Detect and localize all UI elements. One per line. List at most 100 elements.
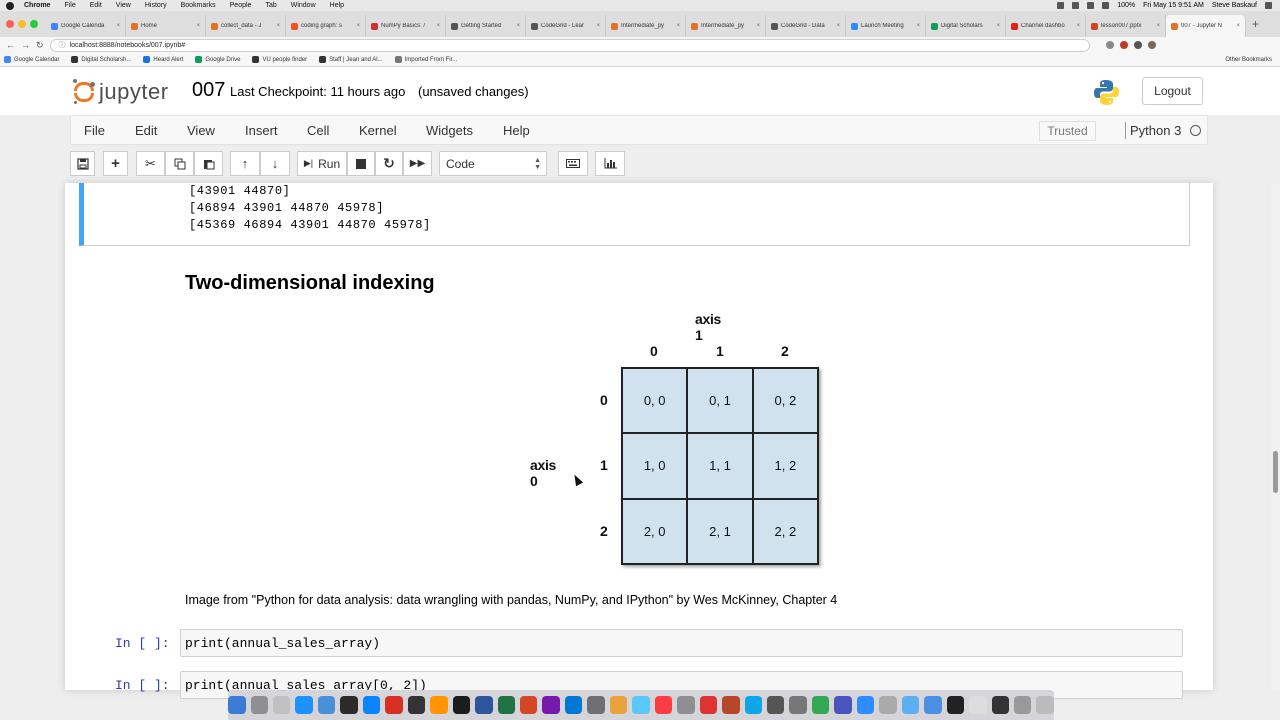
browser-tab[interactable]: Intermediate_py ×: [686, 15, 766, 37]
dock-app-icon[interactable]: [991, 696, 1009, 714]
dock-app-icon[interactable]: [969, 696, 987, 714]
volume-icon[interactable]: [1102, 2, 1110, 9]
browser-tab[interactable]: NumPy Basics: / ×: [366, 15, 446, 37]
dock-app-icon[interactable]: [722, 696, 740, 714]
selected-output-cell[interactable]: [43901 44870] [46894 43901 44870 45978] …: [79, 183, 1190, 246]
dock-app-icon[interactable]: [362, 696, 381, 714]
dock-app-icon[interactable]: [811, 696, 830, 714]
cell-type-select[interactable]: Code ▲ ▼: [439, 151, 547, 176]
dock-app-icon[interactable]: [497, 696, 515, 714]
dock-app-icon[interactable]: [856, 696, 875, 714]
dock-app-icon[interactable]: [520, 696, 538, 714]
menu-insert[interactable]: Insert: [245, 123, 278, 138]
browser-tab[interactable]: 007 - Jupyter N ×: [1166, 15, 1246, 37]
mac-menu-app[interactable]: Chrome: [24, 2, 50, 9]
restart-button[interactable]: ↻: [375, 151, 403, 176]
tab-close-icon[interactable]: ×: [276, 23, 280, 29]
insert-cell-button[interactable]: +: [103, 151, 128, 176]
bookmark-item[interactable]: Staff | Jean and Al...: [319, 56, 383, 63]
copy-button[interactable]: [165, 151, 194, 176]
menu-cell[interactable]: Cell: [307, 123, 329, 138]
dock-app-icon[interactable]: [901, 696, 920, 714]
code-editor[interactable]: print(annual_sales_array): [180, 629, 1183, 657]
status-icon[interactable]: [1072, 2, 1080, 9]
menu-edit[interactable]: Edit: [135, 123, 157, 138]
dock-app-icon[interactable]: [654, 696, 673, 714]
dock-app-icon[interactable]: [564, 696, 583, 714]
menu-help[interactable]: Help: [503, 123, 530, 138]
maximize-window-icon[interactable]: [30, 20, 38, 28]
status-icon[interactable]: [1057, 2, 1065, 9]
forward-icon[interactable]: →: [21, 40, 30, 50]
page-scrollbar[interactable]: [1271, 183, 1280, 690]
tab-close-icon[interactable]: ×: [916, 23, 920, 29]
dock-app-icon[interactable]: [317, 696, 336, 714]
dock-app-icon[interactable]: [452, 696, 471, 714]
minimize-window-icon[interactable]: [18, 20, 26, 28]
tab-close-icon[interactable]: ×: [356, 23, 360, 29]
address-bar[interactable]: ⓘ localhost:8888/notebooks/007.ipynb#: [49, 38, 1090, 52]
command-palette-button[interactable]: [558, 151, 588, 176]
tab-close-icon[interactable]: ×: [516, 23, 520, 29]
browser-tab[interactable]: CodeGrid - Data ×: [766, 15, 846, 37]
notebook-scroll-area[interactable]: [43901 44870] [46894 43901 44870 45978] …: [0, 183, 1280, 699]
dock-app-icon[interactable]: [250, 696, 269, 714]
browser-tab[interactable]: Intermediate_py ×: [606, 15, 686, 37]
dock-app-icon[interactable]: [475, 696, 493, 714]
dock-app-icon[interactable]: [744, 696, 762, 714]
interrupt-button[interactable]: [347, 151, 375, 176]
save-button[interactable]: [70, 151, 95, 176]
browser-tab[interactable]: Digital Scholars ×: [926, 15, 1006, 37]
wifi-icon[interactable]: [1087, 2, 1095, 9]
browser-tab[interactable]: Channel dashbo ×: [1006, 15, 1086, 37]
tab-close-icon[interactable]: ×: [196, 23, 200, 29]
bookmark-item[interactable]: Imported From Fir...: [394, 56, 457, 63]
mac-menu-tab[interactable]: Tab: [265, 2, 276, 9]
tab-close-icon[interactable]: ×: [596, 23, 600, 29]
browser-tab[interactable]: Getting Started ×: [446, 15, 526, 37]
scrollbar-thumb[interactable]: [1273, 451, 1278, 493]
bookmark-item[interactable]: Google Calendar: [4, 56, 59, 63]
tab-close-icon[interactable]: ×: [436, 23, 440, 29]
jupyter-logo[interactable]: jupyter: [73, 79, 169, 105]
dock-app-icon[interactable]: [587, 696, 605, 714]
tab-close-icon[interactable]: ×: [1156, 23, 1160, 29]
browser-tab[interactable]: Home ×: [126, 15, 206, 37]
dock-app-icon[interactable]: [385, 696, 403, 714]
info-icon[interactable]: ⓘ: [59, 40, 66, 50]
apple-icon[interactable]: [6, 1, 14, 10]
tab-close-icon[interactable]: ×: [116, 23, 120, 29]
tab-close-icon[interactable]: ×: [1076, 23, 1080, 29]
dock-app-icon[interactable]: [1013, 696, 1032, 714]
mac-menu-history[interactable]: History: [145, 2, 167, 9]
dock-app-icon[interactable]: [609, 696, 628, 714]
dock-app-icon[interactable]: [677, 696, 695, 714]
mac-menu-window[interactable]: Window: [291, 2, 316, 9]
extension-icon[interactable]: [1105, 41, 1114, 49]
mac-menu-people[interactable]: People: [230, 2, 252, 9]
bookmark-item[interactable]: VU people finder: [252, 56, 307, 63]
menu-view[interactable]: View: [187, 123, 215, 138]
search-icon[interactable]: [1265, 2, 1272, 9]
menu-widgets[interactable]: Widgets: [426, 123, 473, 138]
dock-app-icon[interactable]: [924, 696, 942, 714]
dock-app-icon[interactable]: [766, 696, 785, 714]
dock-app-icon[interactable]: [946, 696, 965, 714]
dock-app-icon[interactable]: [407, 696, 426, 714]
dock-app-icon[interactable]: [834, 696, 852, 714]
trusted-indicator[interactable]: Trusted: [1039, 121, 1096, 141]
extension-icon[interactable]: [1133, 41, 1142, 49]
browser-tab[interactable]: coding graph: s ×: [286, 15, 366, 37]
tab-close-icon[interactable]: ×: [676, 23, 680, 29]
other-bookmarks[interactable]: Other Bookmarks: [1225, 57, 1272, 63]
browser-tab[interactable]: collect_data - J ×: [206, 15, 286, 37]
tab-close-icon[interactable]: ×: [756, 23, 760, 29]
dock-app-icon[interactable]: [879, 696, 897, 714]
dock-app-icon[interactable]: [430, 696, 448, 714]
tab-close-icon[interactable]: ×: [836, 23, 840, 29]
bookmark-item[interactable]: Heard Alert: [143, 56, 183, 63]
dock-app-icon[interactable]: [295, 696, 313, 714]
reload-icon[interactable]: ↻: [36, 40, 44, 51]
cut-button[interactable]: ✂: [136, 151, 165, 176]
notebook-name[interactable]: 007: [192, 79, 225, 102]
